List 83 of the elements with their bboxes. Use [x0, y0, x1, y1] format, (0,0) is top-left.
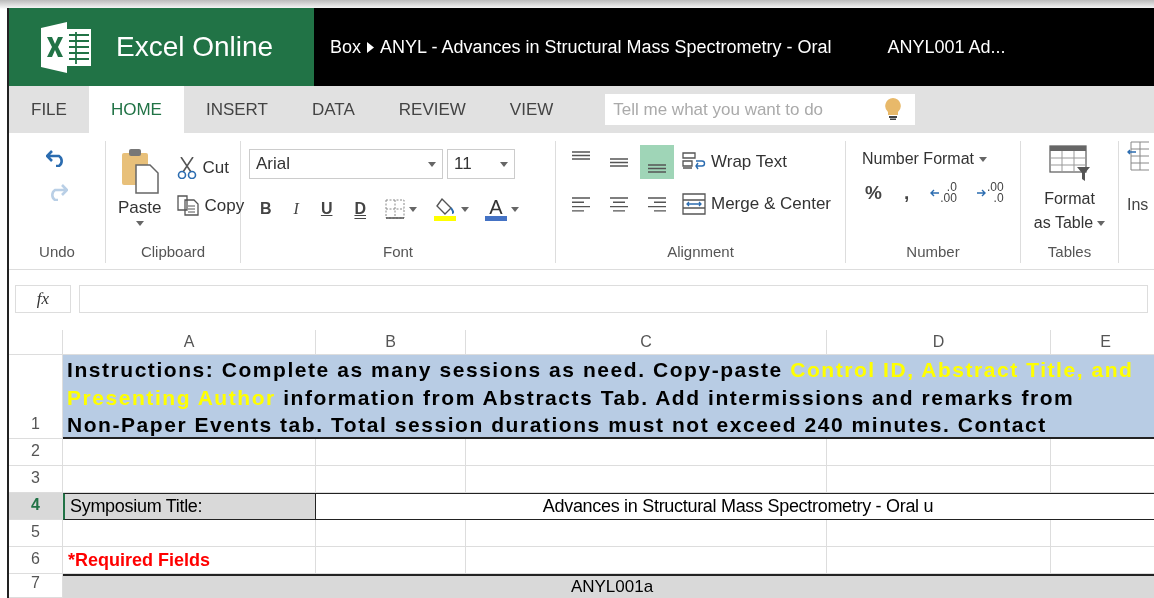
align-middle-icon [610, 157, 628, 167]
grid-cell[interactable] [466, 520, 827, 547]
bold-button[interactable]: B [253, 195, 279, 223]
row-header[interactable]: 5 [9, 520, 63, 547]
grid-cell[interactable] [466, 439, 827, 466]
file-name: ANYL001 Ad... [887, 35, 1006, 59]
caret-icon [135, 220, 144, 226]
cut-button[interactable]: Cut [173, 153, 249, 183]
select-all-corner[interactable] [9, 330, 63, 355]
grid-cell[interactable] [466, 466, 827, 493]
ribbon-tab[interactable]: FILE [9, 86, 89, 133]
align-bottom-icon [648, 164, 666, 173]
italic-button[interactable]: I [286, 195, 306, 223]
insert-button[interactable]: Ins [1127, 177, 1149, 217]
comma-button[interactable]: , [896, 177, 917, 210]
format-as-table-button[interactable]: Format as Table [1029, 141, 1110, 235]
increase-decimal-button[interactable]: .00 .0 [970, 180, 1010, 207]
ribbon-tab[interactable]: HOME [88, 86, 184, 133]
paint-bucket-icon [433, 197, 457, 221]
ribbon-tab[interactable]: INSERT [183, 86, 290, 133]
double-underline-button[interactable]: D [347, 195, 373, 223]
ribbon-tab[interactable]: REVIEW [376, 86, 488, 133]
row-header[interactable]: 6 [9, 547, 63, 574]
session-header-cell: ANYL001a [63, 574, 1154, 598]
grid-cell[interactable] [63, 520, 316, 547]
excel-logo-icon [39, 19, 94, 75]
group-label: Alignment [666, 241, 735, 262]
caret-icon [1097, 220, 1106, 226]
field-label-cell[interactable]: Symposium Title: [63, 493, 316, 520]
clipboard-icon [119, 147, 160, 195]
lightbulb-icon [885, 98, 902, 120]
caret-icon [500, 161, 508, 167]
align-center-icon [610, 196, 628, 212]
field-value-cell[interactable]: Advances in Structural Mass Spectrometry - Oral u [316, 493, 1154, 520]
caret-icon [428, 161, 436, 167]
caret-icon [511, 206, 519, 212]
paste-button[interactable]: Paste [114, 145, 166, 228]
group-label: Font [382, 241, 414, 262]
grid-cell[interactable] [316, 466, 466, 493]
decrease-decimal-button[interactable]: .0 .00 [924, 180, 963, 207]
arrow-icon [930, 189, 940, 198]
search-field[interactable]: Tell me what you want to do [605, 94, 916, 125]
merge-cells-icon [682, 193, 706, 215]
font-name-dropdown[interactable]: Arial [249, 149, 443, 179]
copy-icon [177, 194, 200, 217]
borders-icon [385, 199, 405, 219]
group-label: Undo [38, 241, 76, 262]
caret-icon [979, 156, 988, 162]
font-size-dropdown[interactable]: 11 [447, 149, 515, 179]
row-header[interactable]: 4 [9, 493, 63, 520]
grid-cell[interactable] [827, 439, 1051, 466]
caret-icon [409, 206, 417, 212]
formula-input[interactable] [79, 285, 1148, 313]
function-button[interactable]: fx [15, 285, 71, 313]
breadcrumb-link[interactable]: Box [330, 33, 362, 61]
align-left-icon [572, 196, 590, 212]
wrap-text-button[interactable]: Wrap Text [678, 147, 791, 177]
align-right-icon [648, 196, 666, 212]
underline-button[interactable]: U [313, 195, 340, 223]
caret-icon [461, 206, 469, 212]
merge-center-button[interactable]: Merge & Center [678, 189, 835, 219]
grid-cell[interactable] [827, 466, 1051, 493]
number-format-dropdown[interactable]: Number Format [858, 145, 1012, 173]
row-header[interactable]: 2 [9, 439, 63, 466]
align-top-icon [572, 151, 590, 160]
chevron-right-icon [367, 41, 375, 53]
ribbon-tab[interactable]: DATA [289, 86, 377, 133]
app-name: Excel Online [116, 30, 274, 64]
group-label: Clipboard [139, 241, 207, 262]
grid-cell[interactable] [316, 520, 466, 547]
font-color-button[interactable]: A [481, 195, 523, 223]
scissors-icon [177, 156, 198, 179]
grid-cell[interactable] [316, 439, 466, 466]
group-label: Tables [1046, 241, 1093, 262]
grid-cell[interactable] [827, 520, 1051, 547]
grid-cell[interactable] [63, 439, 316, 466]
arrow-icon [976, 189, 986, 198]
ribbon-tab[interactable]: VIEW [487, 86, 576, 133]
copy-button[interactable]: Copy [173, 190, 249, 220]
percent-button[interactable]: % [858, 177, 889, 210]
group-label: Number [905, 241, 961, 262]
instructions-text: Instructions: Complete as many sessions as need. Copy-paste Control ID, Abstract Title, and Presenting Author information from Abstracts Tab. Add intermissions and remarks from Non-Paper Events tab. Total session durations must not exceed 240 minutes. Contact [63, 355, 1154, 439]
breadcrumb-link[interactable]: ANYL - Advances in Structural Mass Spectrometry - Oral [380, 33, 832, 61]
